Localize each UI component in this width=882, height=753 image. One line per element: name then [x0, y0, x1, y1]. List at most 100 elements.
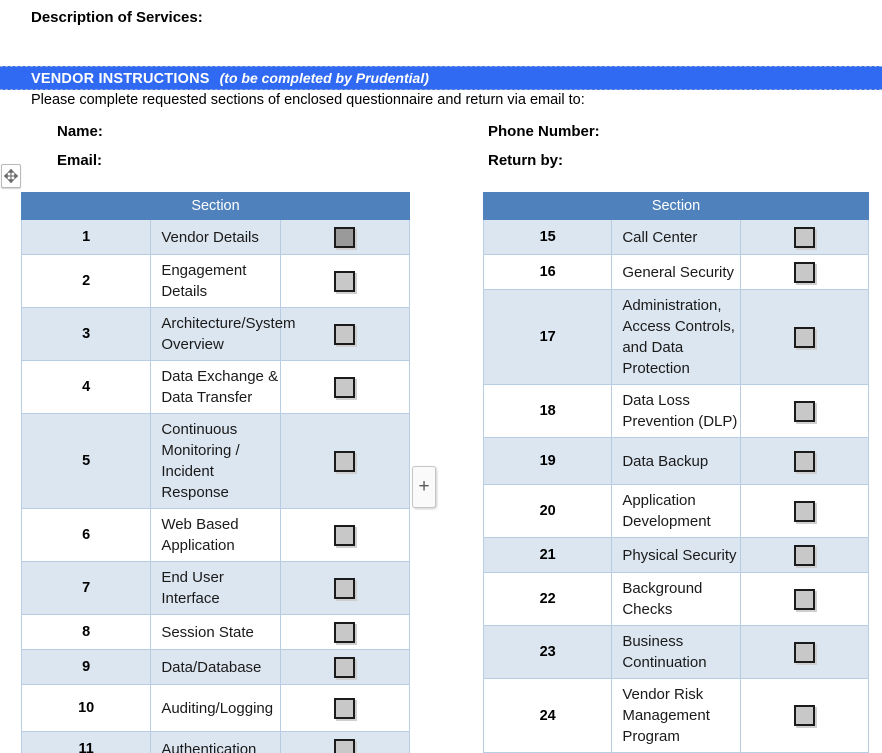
section-number-cell: 15 — [482, 219, 613, 255]
section-checkbox[interactable] — [793, 400, 815, 422]
table-row: 4 Data Exchange & Data Transfer — [20, 360, 411, 414]
section-checkbox-cell — [279, 413, 411, 509]
form-header-block: Description of Services: Contact Name: C… — [0, 0, 882, 81]
section-checkbox[interactable] — [793, 641, 815, 663]
section-checkbox-cell — [739, 289, 870, 385]
section-number-cell: 24 — [482, 678, 613, 753]
section-label-cell: Application Development — [611, 484, 741, 538]
section-number-cell: 9 — [20, 649, 152, 685]
section-checkbox[interactable] — [334, 621, 356, 643]
section-checkbox[interactable] — [793, 326, 815, 348]
table-row: 8 Session State — [20, 614, 411, 650]
table-row: 11 Authentication — [20, 731, 411, 753]
section-checkbox-cell — [739, 219, 870, 255]
table-row: 6 Web Based Application — [20, 508, 411, 562]
email-returnby-line: Email: Return by: — [0, 147, 882, 174]
name-phone-line: Name: Phone Number: — [0, 118, 882, 145]
section-label-cell: General Security — [611, 254, 741, 290]
table-row: 2 Engagement Details — [20, 254, 411, 308]
table-move-handle[interactable] — [1, 164, 21, 188]
section-checkbox[interactable] — [793, 450, 815, 472]
section-checkbox[interactable] — [334, 450, 356, 472]
section-label-cell: Background Checks — [611, 572, 741, 626]
section-label-cell: Data/Database — [150, 649, 281, 685]
section-checkbox-cell — [739, 384, 870, 438]
table-row: 7 End User Interface — [20, 561, 411, 615]
section-number-cell: 22 — [482, 572, 613, 626]
section-checkbox[interactable] — [793, 226, 815, 248]
section-checkbox-cell — [739, 678, 870, 753]
section-label-cell: Call Center — [611, 219, 741, 255]
section-label-cell: Data Backup — [611, 437, 741, 485]
section-label-cell: Physical Security — [611, 537, 741, 573]
instruction-text: Please complete requested sections of en… — [31, 92, 585, 108]
section-checkbox[interactable] — [793, 588, 815, 610]
section-number-cell: 3 — [20, 307, 152, 361]
table-row: 17 Administration, Access Controls, and D… — [482, 289, 870, 385]
section-checkbox[interactable] — [334, 697, 356, 719]
section-checkbox[interactable] — [334, 738, 356, 753]
section-number-cell: 18 — [482, 384, 613, 438]
table-row: 23 Business Continuation — [482, 625, 870, 679]
table-row: 10 Auditing/Logging — [20, 684, 411, 732]
section-checkbox[interactable] — [334, 323, 356, 345]
section-label-cell: Continuous Monitoring / Incident Respons… — [150, 413, 281, 509]
phone-number-label: Phone Number: — [488, 123, 600, 140]
table-row: 19 Data Backup — [482, 437, 870, 485]
table-row: 20 Application Development — [482, 484, 870, 538]
section-label-cell: Vendor Risk Management Program — [611, 678, 741, 753]
section-checkbox-cell — [279, 684, 411, 732]
section-checkbox-cell — [279, 731, 411, 753]
vendor-instructions-title: VENDOR INSTRUCTIONS — [31, 71, 210, 87]
sections-table-right: Section 15 Call Center 16 General Security 1… — [482, 192, 870, 753]
insert-column-button[interactable]: + — [412, 466, 436, 508]
section-checkbox[interactable] — [334, 376, 356, 398]
section-checkbox[interactable] — [334, 656, 356, 678]
section-checkbox-cell — [279, 649, 411, 685]
section-number-cell: 21 — [482, 537, 613, 573]
sections-table-right-body: 15 Call Center 16 General Security 17 Adminis… — [482, 219, 870, 753]
sections-table-left-head: Section — [21, 192, 410, 220]
section-checkbox[interactable] — [793, 261, 815, 283]
section-checkbox[interactable] — [793, 705, 815, 726]
vendor-instructions-note: (to be completed by Prudential) — [219, 70, 429, 86]
table-row: 16 General Security — [482, 254, 870, 290]
table-row: 24 Vendor Risk Management Program — [482, 678, 870, 753]
email-label: Email: — [57, 152, 103, 169]
section-checkbox-cell — [739, 484, 870, 538]
section-checkbox[interactable] — [793, 500, 815, 522]
table-row: 3 Architecture/System Overview — [20, 307, 411, 361]
section-column-header: Section — [483, 192, 869, 220]
section-label-cell: Data Exchange & Data Transfer — [150, 360, 281, 414]
section-checkbox[interactable] — [793, 544, 815, 566]
section-label-cell: Web Based Application — [150, 508, 281, 562]
section-number-cell: 4 — [20, 360, 152, 414]
section-checkbox-cell — [279, 508, 411, 562]
section-checkbox-cell — [739, 254, 870, 290]
section-number-cell: 11 — [20, 731, 152, 753]
section-number-cell: 10 — [20, 684, 152, 732]
section-checkbox[interactable] — [334, 577, 356, 599]
section-checkbox[interactable] — [334, 226, 356, 248]
description-of-services-label: Description of Services: — [31, 9, 203, 26]
section-label-cell: Administration, Access Controls, and Dat… — [611, 289, 741, 385]
section-checkbox-cell — [279, 360, 411, 414]
section-checkbox[interactable] — [334, 524, 356, 546]
section-checkbox[interactable] — [334, 270, 356, 292]
table-row: 22 Background Checks — [482, 572, 870, 626]
section-checkbox-cell — [739, 537, 870, 573]
vendor-instructions-banner: VENDOR INSTRUCTIONS (to be completed by P… — [0, 66, 882, 90]
section-label-cell: Authentication — [150, 731, 281, 753]
section-label-cell: Business Continuation — [611, 625, 741, 679]
move-cross-icon — [4, 169, 18, 183]
table-row: 9 Data/Database — [20, 649, 411, 685]
section-number-cell: 17 — [482, 289, 613, 385]
return-by-label: Return by: — [488, 152, 563, 169]
table-row: 1 Vendor Details — [20, 219, 411, 255]
section-number-cell: 8 — [20, 614, 152, 650]
table-row: 21 Physical Security — [482, 537, 870, 573]
section-number-cell: 6 — [20, 508, 152, 562]
table-row: 5 Continuous Monitoring / Incident Respon… — [20, 413, 411, 509]
section-checkbox-cell — [279, 614, 411, 650]
table-row: 18 Data Loss Prevention (DLP) — [482, 384, 870, 438]
